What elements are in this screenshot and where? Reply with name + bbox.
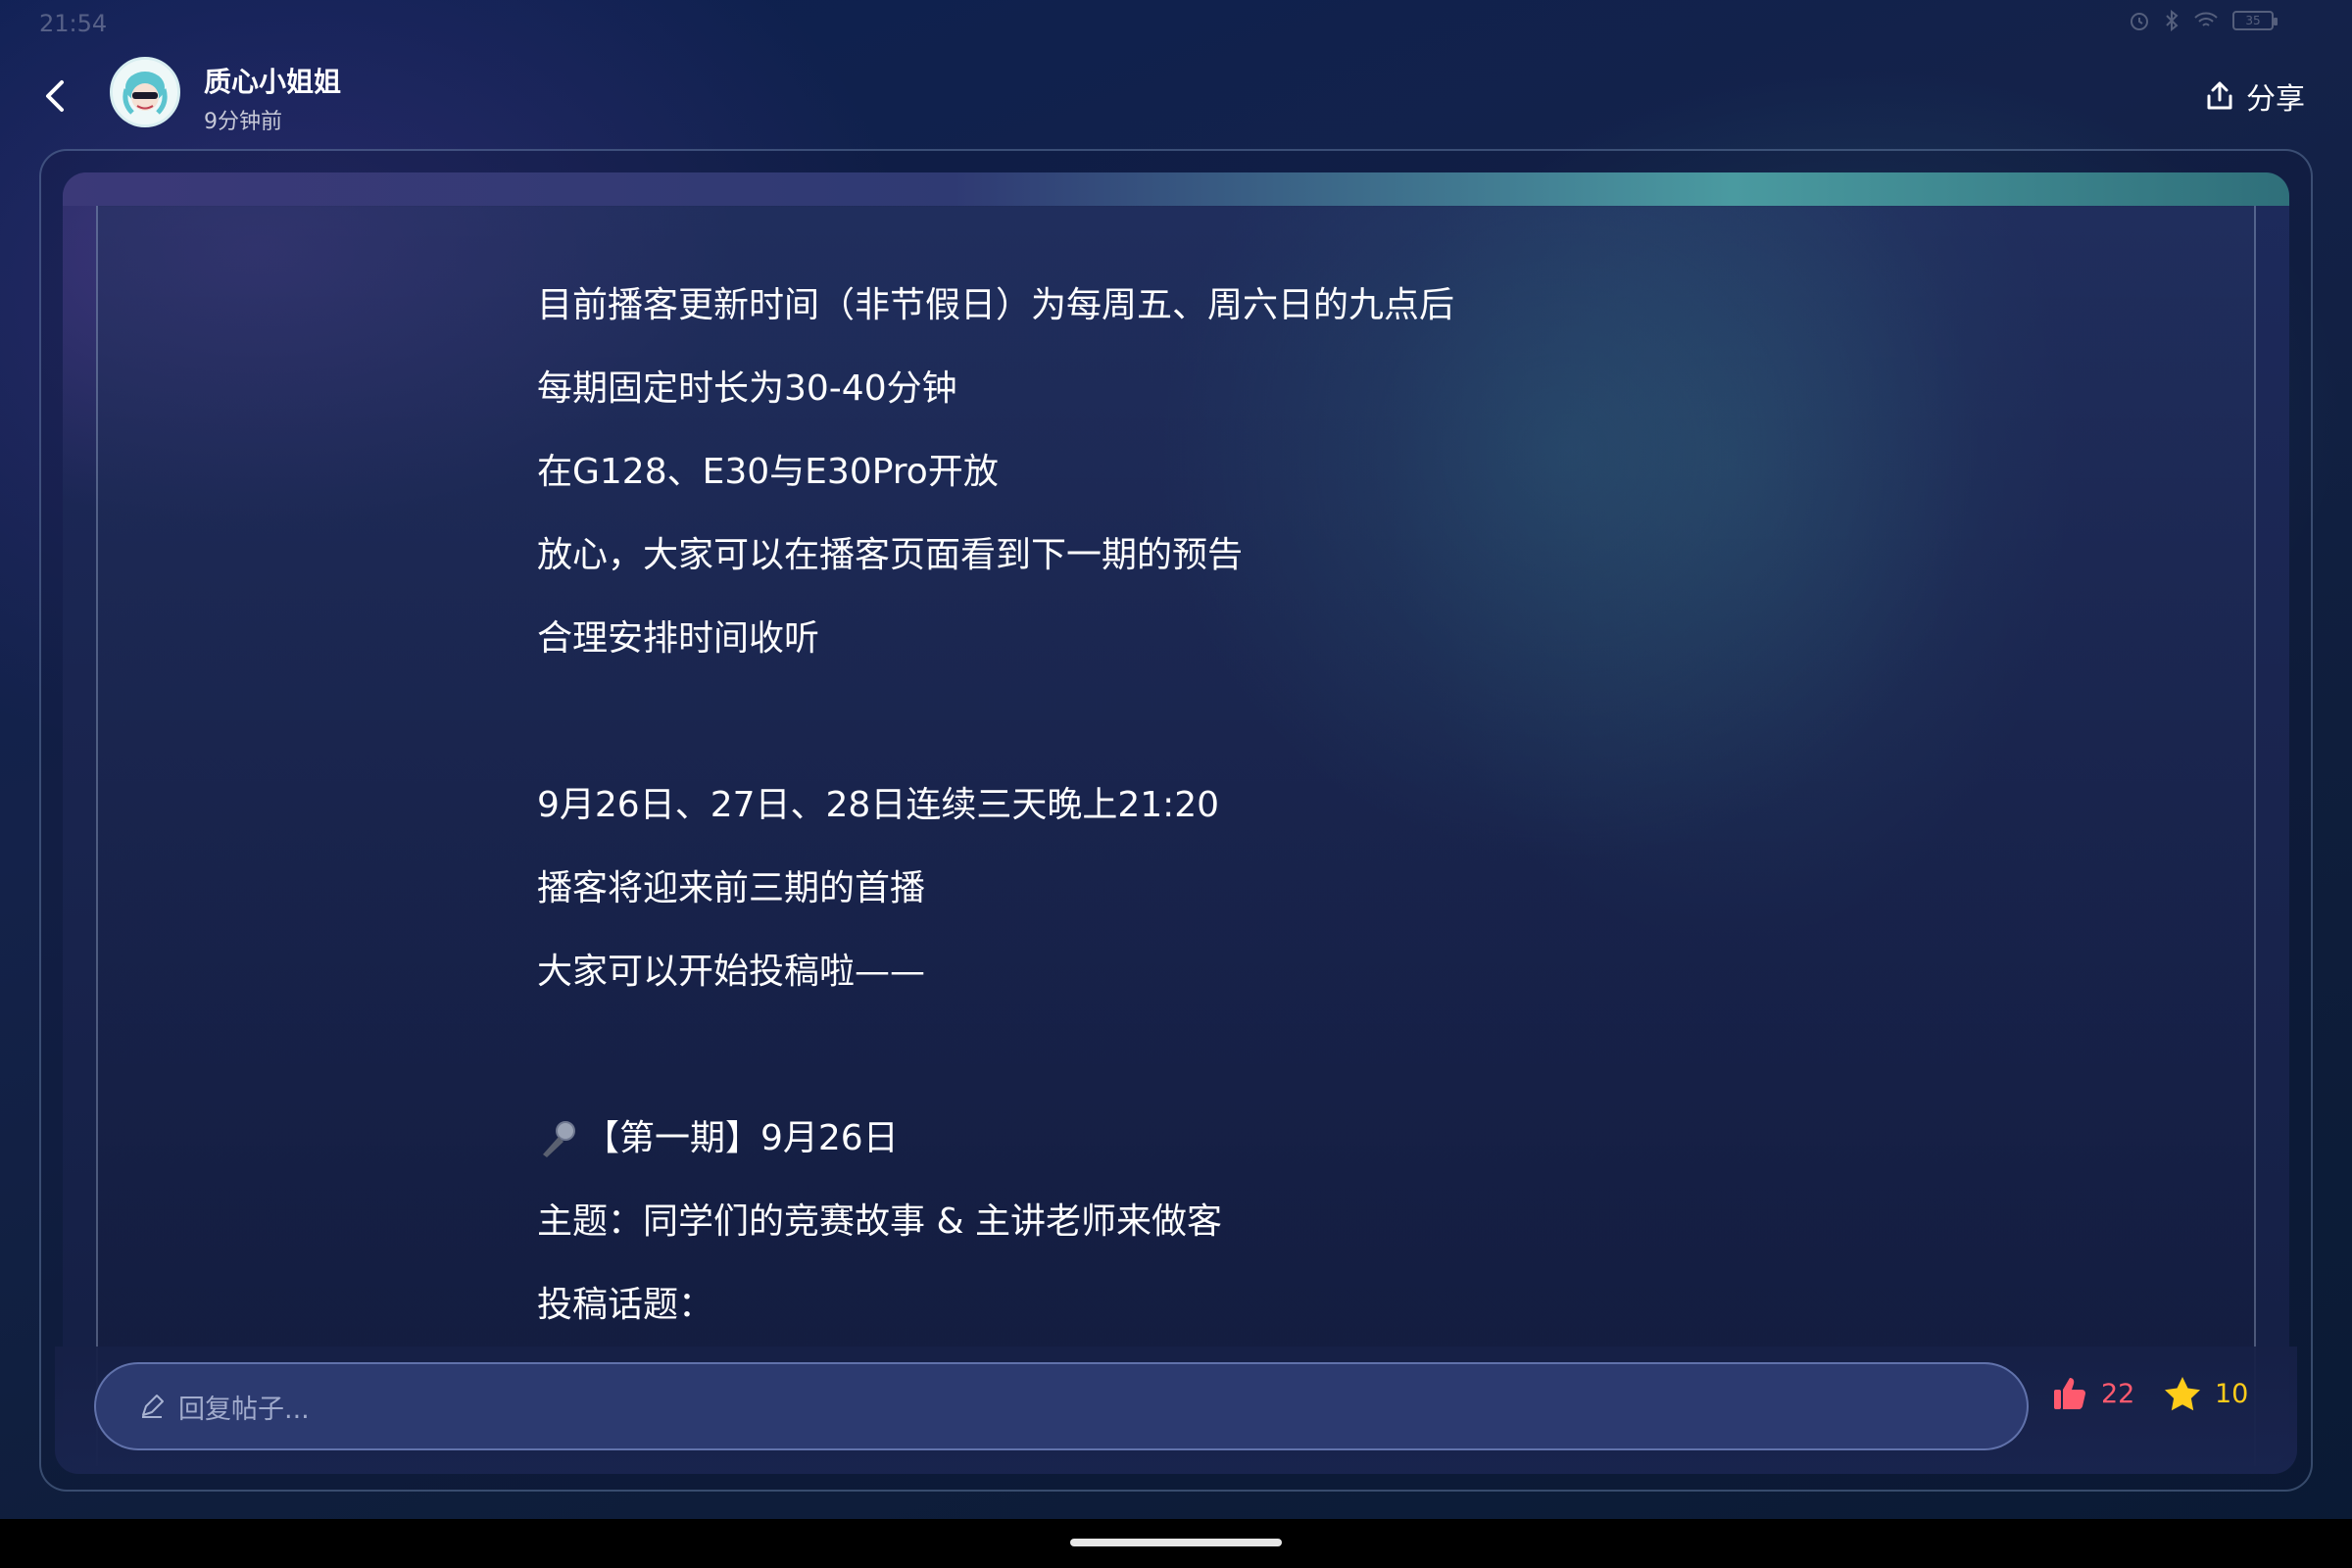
status-icons: 35 <box>2129 10 2278 31</box>
post-body: 目前播客更新时间（非节假日）为每周五、周六日的九点后 每期固定时长为30-40分钟… <box>537 286 2203 1369</box>
post-header: 质心小姐姐 9分钟前 分享 <box>0 47 2352 145</box>
post-line: 播客将迎来前三期的首播 <box>537 869 2203 953</box>
post-line: 放心，大家可以在播客页面看到下一期的预告 <box>537 536 2203 619</box>
post-line <box>537 703 2203 786</box>
post-line-text: 目前播客更新时间（非节假日）为每周五、周六日的九点后 <box>537 285 1455 325</box>
share-button[interactable]: 分享 <box>2205 74 2305 118</box>
post-line: 主题：同学们的竞赛故事 & 主讲老师来做客 <box>537 1202 2203 1286</box>
share-label: 分享 <box>2246 82 2305 117</box>
status-bar: 21:54 35 <box>0 0 2352 47</box>
post-line-text: 9月26日、27日、28日连续三天晚上21:20 <box>537 785 1220 825</box>
navigation-bar <box>0 1519 2352 1568</box>
favorite-button[interactable]: 10 <box>2164 1376 2248 1411</box>
status-time: 21:54 <box>39 10 108 37</box>
pencil-icon <box>142 1395 164 1418</box>
post-time: 9分钟前 <box>204 110 282 134</box>
post-line-text: 【第一期】9月26日 <box>584 1118 899 1158</box>
post-line: 在G128、E30与E30Pro开放 <box>537 453 2203 536</box>
post-content-panel[interactable]: 目前播客更新时间（非节假日）为每周五、周六日的九点后 每期固定时长为30-40分钟… <box>96 206 2256 1466</box>
post-line-text: 投稿话题： <box>537 1285 714 1325</box>
share-icon <box>2207 81 2232 110</box>
post-line-text: 每期固定时长为30-40分钟 <box>537 368 957 409</box>
card-top-glow <box>63 172 2289 206</box>
post-line: 每期固定时长为30-40分钟 <box>537 369 2203 453</box>
chevron-left-icon <box>46 80 64 112</box>
post-line-text: 在G128、E30与E30Pro开放 <box>537 452 999 492</box>
reply-bar: 回复帖子... 22 10 <box>55 1347 2297 1474</box>
post-line-text: 放心，大家可以在播客页面看到下一期的预告 <box>537 535 1244 575</box>
post-line: 大家可以开始投稿啦—— <box>537 953 2203 1036</box>
post-line-text: 大家可以开始投稿啦—— <box>537 952 926 992</box>
microphone-icon <box>543 1121 575 1157</box>
alarm-icon <box>2131 13 2148 30</box>
like-count: 22 <box>2101 1378 2135 1409</box>
battery-level: 35 <box>2245 14 2261 27</box>
post-line-text: 合理安排时间收听 <box>537 618 820 659</box>
post-line <box>537 1036 2203 1119</box>
post-line: 【第一期】9月26日 <box>537 1119 2203 1202</box>
reply-input[interactable]: 回复帖子... <box>94 1362 2029 1450</box>
post-line-text: 播客将迎来前三期的首播 <box>537 868 926 908</box>
wifi-icon <box>2194 12 2218 26</box>
avatar-image <box>113 60 177 124</box>
post-line: 目前播客更新时间（非节假日）为每周五、周六日的九点后 <box>537 286 2203 369</box>
star-icon <box>2165 1377 2200 1411</box>
favorite-count: 10 <box>2215 1378 2249 1409</box>
post-line-text: 主题：同学们的竞赛故事 & 主讲老师来做客 <box>537 1201 1222 1242</box>
reply-placeholder: 回复帖子... <box>178 1394 310 1425</box>
back-button[interactable] <box>35 76 74 116</box>
post-card: 目前播客更新时间（非节假日）为每周五、周六日的九点后 每期固定时长为30-40分钟… <box>63 172 2289 1466</box>
bluetooth-icon <box>2166 10 2179 31</box>
like-button[interactable]: 22 <box>2052 1376 2134 1411</box>
thumbs-up-icon <box>2054 1378 2085 1409</box>
post-line: 合理安排时间收听 <box>537 619 2203 703</box>
post-line: 9月26日、27日、28日连续三天晚上21:20 <box>537 786 2203 869</box>
author-name[interactable]: 质心小姐姐 <box>204 61 341 100</box>
battery-icon: 35 <box>2232 11 2278 30</box>
home-indicator[interactable] <box>1070 1539 1282 1546</box>
avatar[interactable] <box>110 57 180 127</box>
